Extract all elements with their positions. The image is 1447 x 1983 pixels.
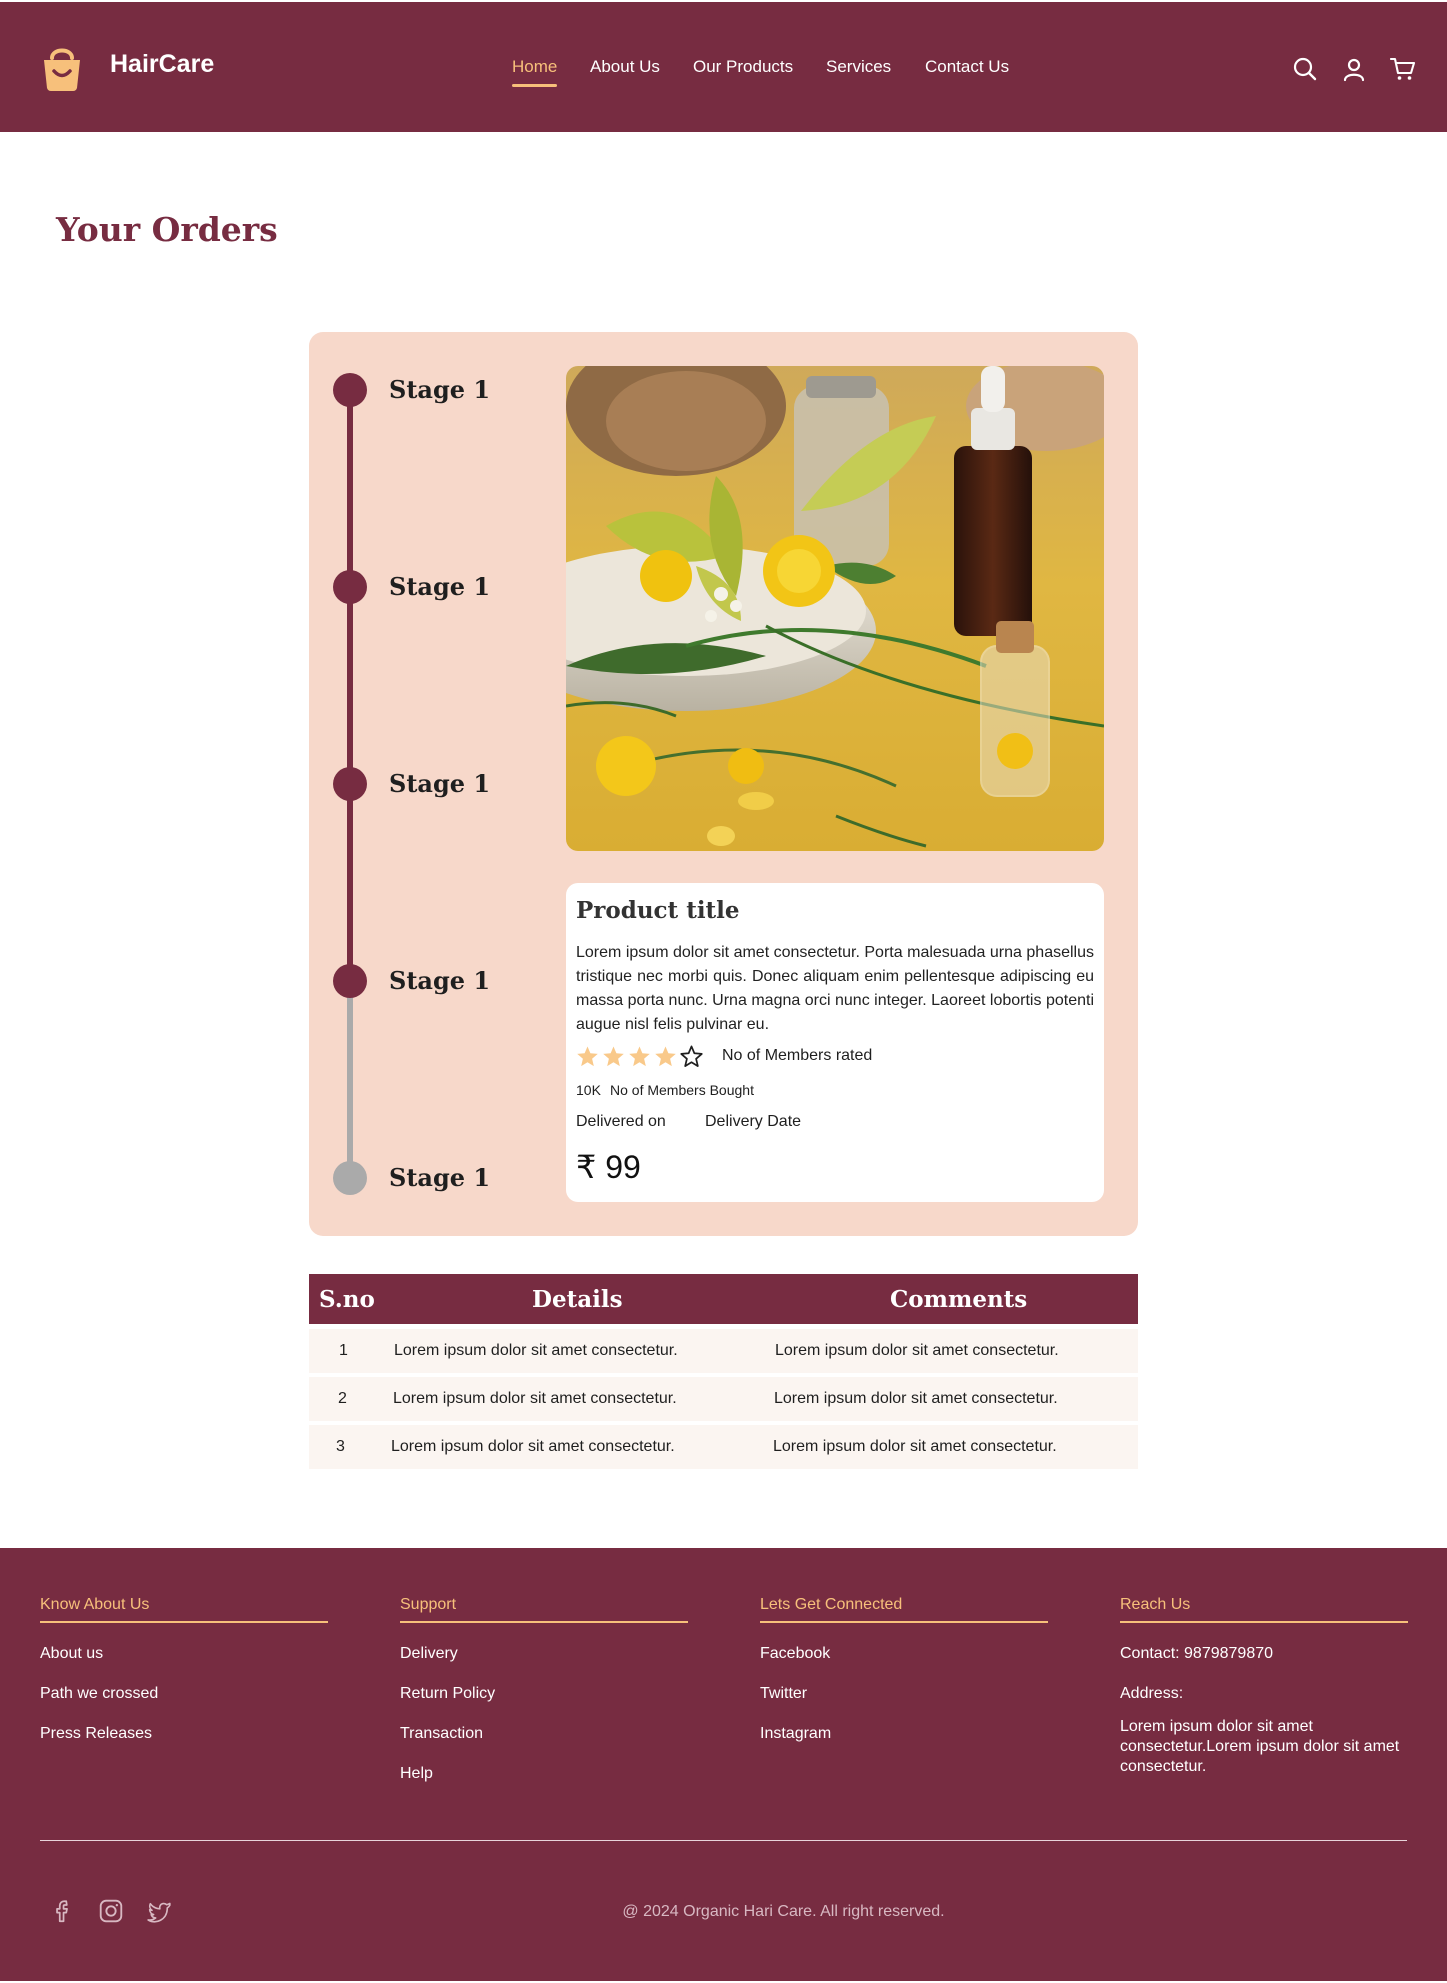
star-empty-icon[interactable] bbox=[680, 1045, 703, 1068]
footer-heading: Reach Us bbox=[1120, 1596, 1408, 1623]
members-bought-label: No of Members Bought bbox=[610, 1082, 754, 1098]
footer-link-about-us[interactable]: About us bbox=[40, 1645, 328, 1663]
cell-comments: Lorem ipsum dolor sit amet consectetur. bbox=[775, 1342, 1059, 1359]
page-title: Your Orders bbox=[56, 210, 278, 249]
footer-column-know-about-us: Know About Us About us Path we crossed P… bbox=[40, 1596, 328, 1743]
star-filled-icon[interactable] bbox=[602, 1045, 625, 1068]
nav-about-us[interactable]: About Us bbox=[590, 57, 660, 87]
star-filled-icon[interactable] bbox=[628, 1045, 651, 1068]
nav-services[interactable]: Services bbox=[826, 57, 891, 87]
cell-sno: 3 bbox=[336, 1438, 345, 1455]
stage-dot bbox=[333, 767, 367, 801]
footer-address: Lorem ipsum dolor sit amet consectetur.L… bbox=[1120, 1718, 1400, 1775]
footer-link-return-policy[interactable]: Return Policy bbox=[400, 1685, 688, 1703]
stage-dot bbox=[333, 373, 367, 407]
column-header-sno: S.no bbox=[319, 1286, 375, 1313]
product-price: ₹ 99 bbox=[576, 1149, 641, 1185]
nav-contact-us[interactable]: Contact Us bbox=[925, 57, 1009, 87]
nav-home[interactable]: Home bbox=[512, 57, 558, 87]
cell-comments: Lorem ipsum dolor sit amet consectetur. bbox=[774, 1390, 1058, 1407]
stage-dot bbox=[333, 570, 367, 604]
stage-label: Stage 1 bbox=[389, 1163, 491, 1192]
site-footer: Know About Us About us Path we crossed P… bbox=[0, 1548, 1447, 1981]
stage-label: Stage 1 bbox=[389, 572, 491, 601]
footer-link-facebook[interactable]: Facebook bbox=[760, 1645, 1048, 1663]
shopping-bag-logo-icon[interactable] bbox=[40, 44, 84, 92]
table-row: 3 Lorem ipsum dolor sit amet consectetur… bbox=[309, 1425, 1138, 1469]
footer-link-delivery[interactable]: Delivery bbox=[400, 1645, 688, 1663]
stage-dot bbox=[333, 964, 367, 998]
footer-heading: Know About Us bbox=[40, 1596, 328, 1623]
footer-divider bbox=[40, 1840, 1407, 1841]
site-header: HairCare Home About Us Our Products Serv… bbox=[0, 2, 1447, 132]
product-image bbox=[566, 366, 1104, 851]
delivery-date: Delivery Date bbox=[705, 1113, 802, 1130]
product-title[interactable]: Product title bbox=[576, 897, 740, 924]
delivered-on-label: Delivered on bbox=[576, 1113, 666, 1130]
copyright-text: @ 2024 Organic Hari Care. All right rese… bbox=[622, 1903, 945, 1920]
members-rated-label: No of Members rated bbox=[722, 1047, 873, 1064]
cell-details: Lorem ipsum dolor sit amet consectetur. bbox=[391, 1438, 675, 1455]
product-info-card: Product title Lorem ipsum dolor sit amet… bbox=[566, 883, 1104, 1202]
footer-column-reach-us: Reach Us Contact: 9879879870 Address: Lo… bbox=[1120, 1596, 1408, 1777]
star-filled-icon[interactable] bbox=[576, 1045, 599, 1068]
order-table-header: S.no Details Comments bbox=[309, 1274, 1138, 1324]
footer-link-transaction[interactable]: Transaction bbox=[400, 1725, 688, 1743]
cell-sno: 2 bbox=[338, 1390, 347, 1407]
timeline-track-pending bbox=[347, 982, 353, 1177]
cart-icon[interactable] bbox=[1389, 56, 1416, 82]
footer-heading: Support bbox=[400, 1596, 688, 1623]
timeline-track-completed bbox=[347, 390, 353, 982]
product-description: Lorem ipsum dolor sit amet consectetur. … bbox=[576, 944, 1094, 1033]
stage-dot-pending bbox=[333, 1161, 367, 1195]
footer-link-path-we-crossed[interactable]: Path we crossed bbox=[40, 1685, 328, 1703]
column-header-details: Details bbox=[532, 1286, 623, 1313]
footer-link-help[interactable]: Help bbox=[400, 1765, 688, 1783]
stage-label: Stage 1 bbox=[389, 375, 491, 404]
members-bought-count: 10K bbox=[576, 1082, 601, 1098]
cell-details: Lorem ipsum dolor sit amet consectetur. bbox=[394, 1342, 678, 1359]
table-row: 2 Lorem ipsum dolor sit amet consectetur… bbox=[309, 1377, 1138, 1421]
search-icon[interactable] bbox=[1292, 56, 1318, 82]
footer-column-connected: Lets Get Connected Facebook Twitter Inst… bbox=[760, 1596, 1048, 1743]
stage-label: Stage 1 bbox=[389, 769, 491, 798]
footer-column-support: Support Delivery Return Policy Transacti… bbox=[400, 1596, 688, 1783]
rating-stars[interactable] bbox=[576, 1045, 706, 1071]
user-icon[interactable] bbox=[1341, 56, 1367, 82]
footer-contact: Contact: 9879879870 bbox=[1120, 1645, 1274, 1662]
table-row: 1 Lorem ipsum dolor sit amet consectetur… bbox=[309, 1329, 1138, 1373]
cell-sno: 1 bbox=[339, 1342, 348, 1359]
footer-heading: Lets Get Connected bbox=[760, 1596, 1048, 1623]
footer-link-press-releases[interactable]: Press Releases bbox=[40, 1725, 328, 1743]
star-filled-icon[interactable] bbox=[654, 1045, 677, 1068]
footer-link-twitter[interactable]: Twitter bbox=[760, 1685, 1048, 1703]
brand-name[interactable]: HairCare bbox=[110, 50, 214, 79]
stage-label: Stage 1 bbox=[389, 966, 491, 995]
footer-link-instagram[interactable]: Instagram bbox=[760, 1725, 1048, 1743]
cell-details: Lorem ipsum dolor sit amet consectetur. bbox=[393, 1390, 677, 1407]
nav-our-products[interactable]: Our Products bbox=[693, 57, 793, 87]
footer-address-label: Address: bbox=[1120, 1685, 1184, 1702]
cell-comments: Lorem ipsum dolor sit amet consectetur. bbox=[773, 1438, 1057, 1455]
column-header-comments: Comments bbox=[890, 1286, 1028, 1313]
